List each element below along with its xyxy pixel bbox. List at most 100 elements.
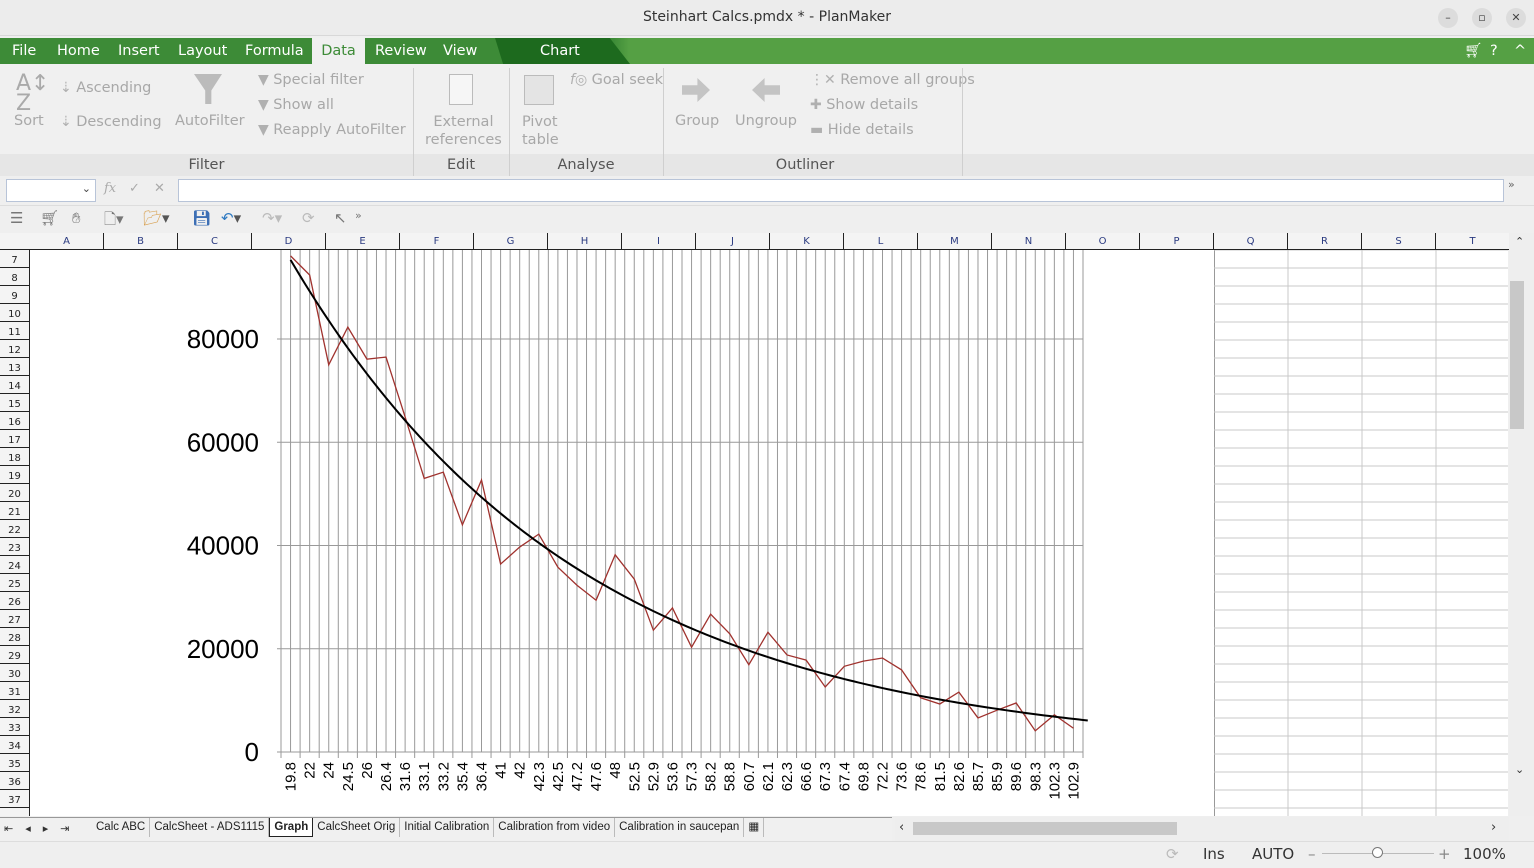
row-header-35[interactable]: 35	[0, 754, 29, 772]
tab-chart-label[interactable]: Chart	[534, 38, 586, 64]
autofilter-button[interactable]: AutoFilter	[175, 113, 245, 129]
row-header-22[interactable]: 22	[0, 520, 29, 538]
close-button[interactable]: ✕	[1506, 8, 1526, 28]
sheet-tab[interactable]: Calibration in saucepan	[615, 818, 745, 837]
column-header-D[interactable]: D	[252, 233, 326, 250]
row-header-36[interactable]: 36	[0, 772, 29, 790]
sheet-tab[interactable]: CalcSheet Orig	[313, 818, 401, 837]
horizontal-scrollbar[interactable]: ‹ ›	[895, 817, 1509, 841]
row-header-23[interactable]: 23	[0, 538, 29, 556]
hide-details-button[interactable]: ▬ Hide details	[810, 122, 914, 138]
pointer-icon[interactable]: ↖	[334, 209, 347, 227]
undo-icon[interactable]: ↶▾	[221, 209, 241, 227]
row-header-18[interactable]: 18	[0, 448, 29, 466]
scroll-right-icon[interactable]: ›	[1491, 820, 1496, 835]
cart-icon[interactable]: 🛒︎	[40, 209, 59, 227]
sort-descending-button[interactable]: ⇣ Descending	[60, 114, 162, 130]
row-header-27[interactable]: 27	[0, 610, 29, 628]
more-icon[interactable]: »	[355, 209, 362, 222]
redo-icon[interactable]: ↷▾	[262, 209, 282, 227]
sheet-tab[interactable]: Calibration from video	[494, 818, 616, 837]
row-header-32[interactable]: 32	[0, 700, 29, 718]
vertical-scrollbar[interactable]: ⌃ ⌄	[1509, 233, 1534, 816]
row-header-33[interactable]: 33	[0, 718, 29, 736]
special-filter-button[interactable]: ▼ Special filter	[258, 72, 364, 88]
column-header-F[interactable]: F	[400, 233, 474, 250]
sheet-tab[interactable]: Calc ABC	[92, 818, 151, 837]
tab-data[interactable]: Data	[312, 38, 365, 64]
zoom-out-icon[interactable]: –	[1308, 845, 1316, 863]
sort-button[interactable]: Sort	[14, 113, 44, 129]
column-header-N[interactable]: N	[992, 233, 1066, 250]
zoom-slider-handle[interactable]	[1372, 847, 1383, 858]
sheet-grid[interactable]: 0 20000 40000 60000 80000 19.8 22 24 24.5 26 26.4 3…	[30, 250, 1508, 816]
column-header-M[interactable]: M	[918, 233, 992, 250]
row-header-13[interactable]: 13	[0, 358, 29, 376]
row-header-19[interactable]: 19	[0, 466, 29, 484]
column-header-G[interactable]: G	[474, 233, 548, 250]
sheet-tab[interactable]: CalcSheet - ADS1115	[150, 818, 270, 837]
scroll-left-icon[interactable]: ‹	[899, 820, 904, 835]
chart[interactable]: 02000040000600008000019.8 22 24 24.5 26 26.4 3…	[30, 250, 1508, 816]
confirm-icon[interactable]: ✓	[129, 181, 140, 196]
goal-seek-button[interactable]: f◎ Goal seek	[570, 72, 663, 88]
horizontal-scroll-thumb[interactable]	[913, 822, 1177, 835]
hand-icon[interactable]: ✋︎	[72, 209, 81, 227]
row-header-7[interactable]: 7	[0, 250, 29, 268]
pivot-table-button[interactable]: Pivot table	[522, 113, 559, 149]
zoom-in-icon[interactable]: +	[1438, 845, 1451, 863]
repeat-icon[interactable]: ⟳	[302, 209, 315, 227]
column-header-O[interactable]: O	[1066, 233, 1140, 250]
ungroup-button[interactable]: Ungroup	[735, 113, 797, 129]
group-button[interactable]: Group	[675, 113, 719, 129]
tab-insert[interactable]: Insert	[112, 38, 166, 64]
minimize-button[interactable]: –	[1438, 8, 1458, 28]
sort-ascending-button[interactable]: ⇣ Ascending	[60, 80, 151, 96]
tab-file[interactable]: File	[6, 38, 42, 64]
sync-icon[interactable]: ⟳	[1166, 845, 1179, 863]
column-header-L[interactable]: L	[844, 233, 918, 250]
row-header-10[interactable]: 10	[0, 304, 29, 322]
sheet-nav-icons[interactable]: ⇤◂▸⇥	[4, 822, 81, 835]
row-header-29[interactable]: 29	[0, 646, 29, 664]
tab-layout[interactable]: Layout	[172, 38, 233, 64]
row-header-30[interactable]: 30	[0, 664, 29, 682]
open-folder-icon[interactable]: 📂︎▾	[143, 209, 170, 227]
column-header-A[interactable]: A	[30, 233, 104, 250]
column-header-J[interactable]: J	[696, 233, 770, 250]
column-header-E[interactable]: E	[326, 233, 400, 250]
column-header-Q[interactable]: Q	[1214, 233, 1288, 250]
column-header-T[interactable]: T	[1436, 233, 1510, 250]
chevron-down-icon[interactable]: ⌄	[82, 182, 91, 195]
column-header-C[interactable]: C	[178, 233, 252, 250]
row-header-11[interactable]: 11	[0, 322, 29, 340]
row-header-37[interactable]: 37	[0, 790, 29, 808]
vertical-scroll-thumb[interactable]	[1510, 281, 1524, 429]
row-header-16[interactable]: 16	[0, 412, 29, 430]
remove-all-groups-button[interactable]: ⋮✕ Remove all groups	[810, 72, 975, 88]
column-header-P[interactable]: P	[1140, 233, 1214, 250]
row-header-17[interactable]: 17	[0, 430, 29, 448]
add-sheet-icon[interactable]: ▦	[744, 818, 765, 837]
insert-mode[interactable]: Ins	[1203, 845, 1225, 863]
row-header-31[interactable]: 31	[0, 682, 29, 700]
row-header-21[interactable]: 21	[0, 502, 29, 520]
external-references-button[interactable]: External references	[425, 113, 502, 149]
calc-mode[interactable]: AUTO	[1252, 845, 1294, 863]
column-header-B[interactable]: B	[104, 233, 178, 250]
row-header-20[interactable]: 20	[0, 484, 29, 502]
column-header-R[interactable]: R	[1288, 233, 1362, 250]
tab-formula[interactable]: Formula	[239, 38, 310, 64]
cancel-icon[interactable]: ✕	[154, 181, 165, 196]
expand-icon[interactable]: »	[1508, 178, 1515, 191]
collapse-ribbon-icon[interactable]: ^	[1508, 38, 1532, 64]
row-header-28[interactable]: 28	[0, 628, 29, 646]
tab-review[interactable]: Review	[369, 38, 433, 64]
tab-view[interactable]: View	[437, 38, 483, 64]
name-box[interactable]: ⌄	[6, 179, 96, 202]
menu-icon[interactable]: ☰	[10, 209, 23, 227]
new-document-icon[interactable]: 🗋︎▾	[104, 209, 124, 234]
column-header-K[interactable]: K	[770, 233, 844, 250]
show-all-button[interactable]: ▼ Show all	[258, 97, 334, 113]
sheet-tab[interactable]: Graph	[269, 818, 314, 837]
